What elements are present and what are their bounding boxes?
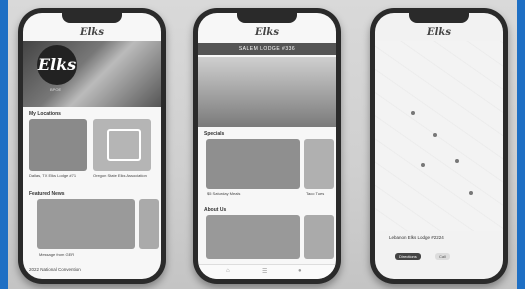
home-icon[interactable]: ⌂ <box>226 268 230 274</box>
notch <box>237 13 297 23</box>
about-card[interactable] <box>206 215 300 259</box>
map-pin[interactable] <box>433 133 437 137</box>
oregon-map-icon <box>107 129 141 161</box>
location-card-2[interactable] <box>93 119 151 171</box>
phone-home-screen: Elks Elks BPOE My Locations Dallas, TX E… <box>23 13 161 279</box>
news-card-next[interactable] <box>139 199 159 249</box>
elks-emblem: Elks <box>37 45 77 85</box>
tab-bar: ⌂ ☰ ● <box>198 264 336 279</box>
location-card-1[interactable] <box>29 119 87 171</box>
news-caption: Message from GER <box>39 252 75 257</box>
footer-text: 2022 National Convention <box>29 267 81 272</box>
call-button[interactable]: Call <box>435 253 450 260</box>
map-view[interactable] <box>375 41 503 231</box>
notch <box>409 13 469 23</box>
app-logo: Elks <box>80 27 104 38</box>
place-title: Lebanon Elks Lodge #2224 <box>389 235 444 240</box>
phone-lodge: Elks SALEM LODGE #336 Specials $5 Saturd… <box>193 8 341 284</box>
notch <box>62 13 122 23</box>
specials-title: Specials <box>204 131 225 137</box>
location-1-caption: Dallas, TX Elks Lodge #71 <box>29 173 77 178</box>
about-card-next[interactable] <box>304 215 334 259</box>
phone-map-screen: Elks Lebanon Elks Lodge #2224 Directions… <box>375 13 503 279</box>
location-2-caption: Oregon State Elks Association <box>93 173 147 178</box>
featured-news-title: Featured News <box>29 191 65 197</box>
phone-map: Elks Lebanon Elks Lodge #2224 Directions… <box>370 8 508 284</box>
directions-button[interactable]: Directions <box>395 253 421 260</box>
news-card[interactable] <box>37 199 135 249</box>
map-pin[interactable] <box>469 191 473 195</box>
app-logo: Elks <box>255 27 279 38</box>
map-pin[interactable] <box>455 159 459 163</box>
special-caption-2: Taco Tues <box>306 191 325 196</box>
special-caption: $5 Saturday Meals <box>207 191 241 196</box>
app-logo: Elks <box>427 27 451 38</box>
map-pin[interactable] <box>411 111 415 115</box>
map-pin[interactable] <box>421 163 425 167</box>
emblem-subtitle: BPOE <box>50 87 62 92</box>
about-title: About Us <box>204 207 227 213</box>
special-card[interactable] <box>206 139 300 189</box>
profile-icon[interactable]: ● <box>298 268 302 274</box>
phone-home: Elks Elks BPOE My Locations Dallas, TX E… <box>18 8 166 284</box>
lodge-photo <box>198 57 336 127</box>
special-card-next[interactable] <box>304 139 334 189</box>
my-locations-title: My Locations <box>29 111 61 117</box>
phone-lodge-screen: Elks SALEM LODGE #336 Specials $5 Saturd… <box>198 13 336 279</box>
list-icon[interactable]: ☰ <box>262 268 267 275</box>
lodge-title: SALEM LODGE #336 <box>198 43 336 55</box>
